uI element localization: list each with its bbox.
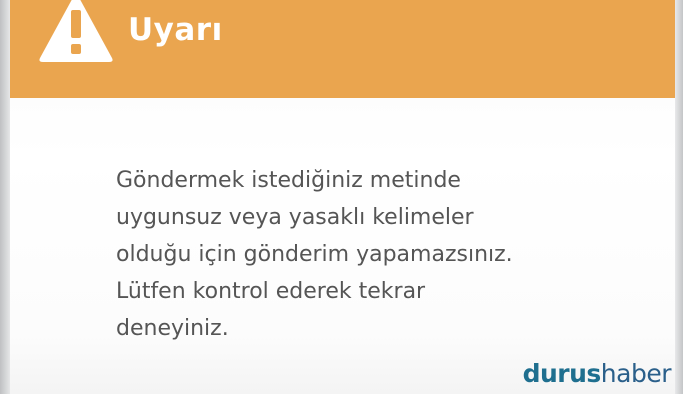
message-line: uygunsuz veya yasaklı kelimeler <box>116 205 474 230</box>
dialog-message: Göndermek istediğiniz metinde uygunsuz v… <box>116 162 636 347</box>
message-line: olduğu için gönderim yapamazsınız. <box>116 242 513 267</box>
watermark-logo: durushaber <box>522 359 672 388</box>
watermark-part-a: durus <box>522 359 602 388</box>
warning-dialog: Uyarı Göndermek istediğiniz metinde uygu… <box>10 0 675 394</box>
screen-frame-right <box>675 0 683 394</box>
message-line: Göndermek istediğiniz metinde <box>116 168 461 193</box>
screen-frame-left <box>0 0 10 394</box>
dialog-title: Uyarı <box>128 12 223 48</box>
watermark-part-b: haber <box>600 359 672 388</box>
message-line: Lütfen kontrol ederek tekrar <box>116 279 426 304</box>
dialog-body: Göndermek istediğiniz metinde uygunsuz v… <box>10 98 675 394</box>
message-line: deneyiniz. <box>116 316 229 341</box>
warning-icon <box>39 0 113 62</box>
dialog-header: Uyarı <box>10 0 675 98</box>
